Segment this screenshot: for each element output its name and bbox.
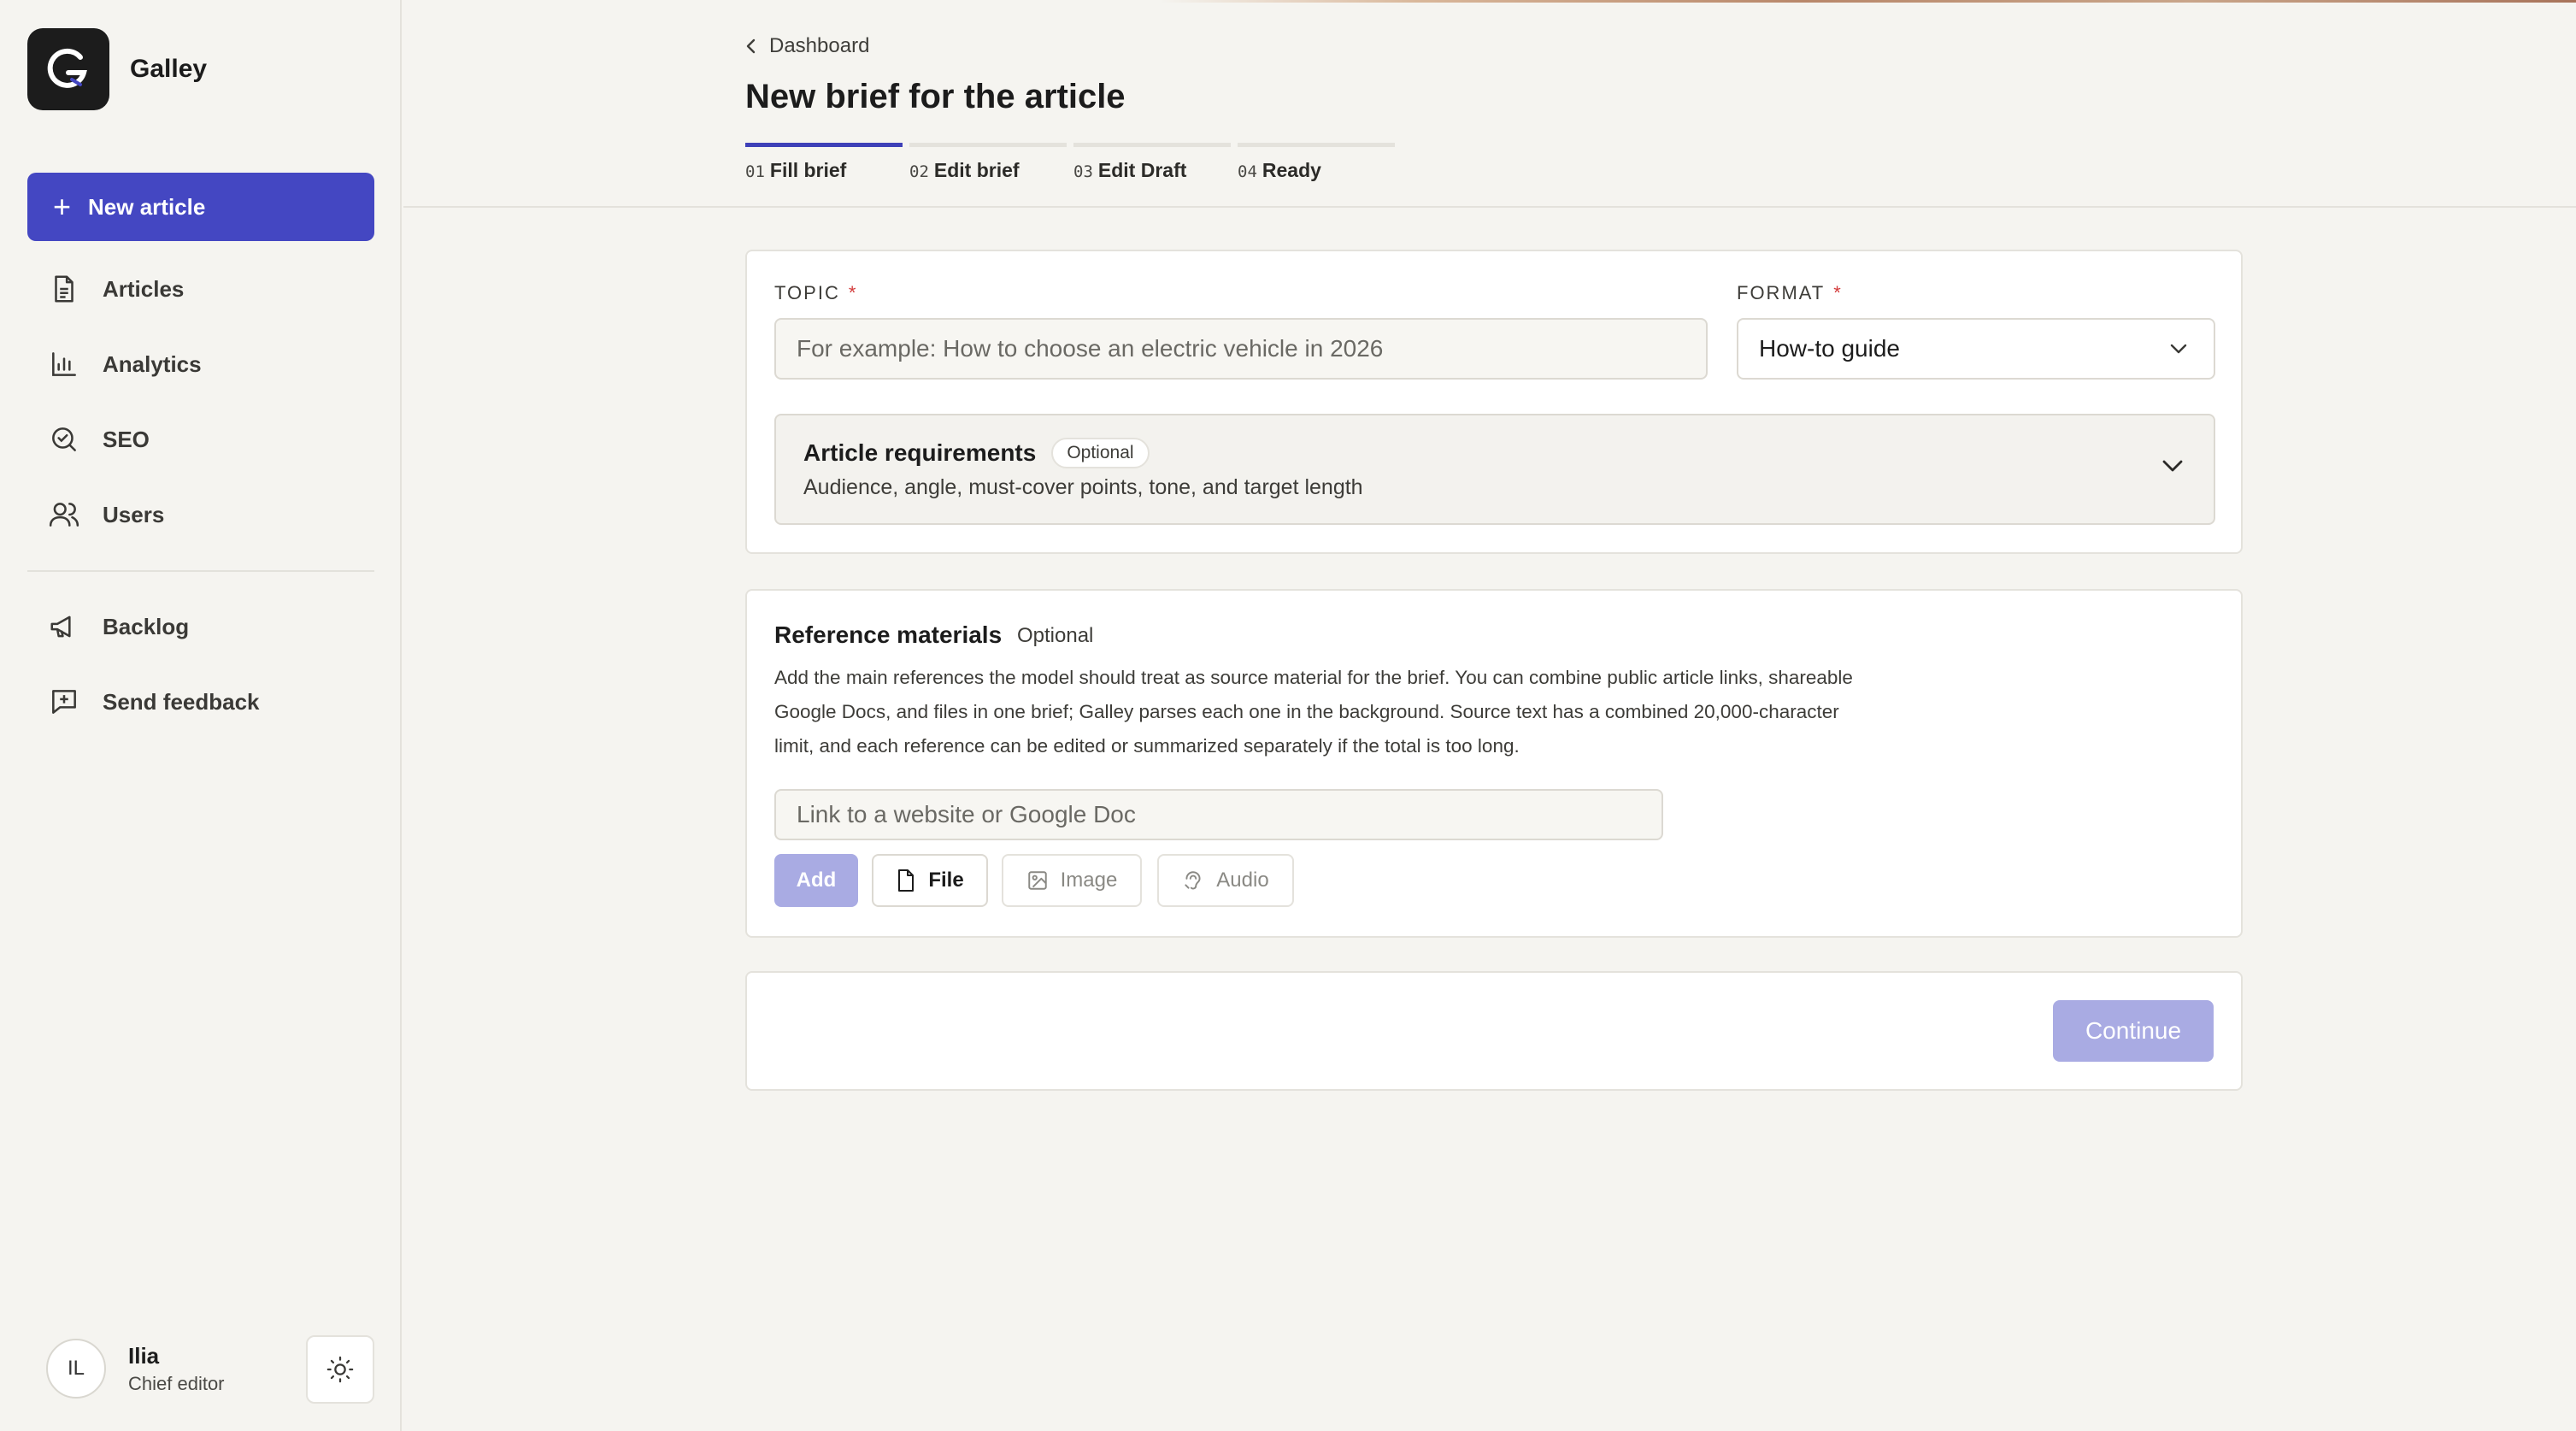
new-article-button[interactable]: + New article bbox=[27, 173, 374, 241]
topic-placeholder: For example: How to choose an electric v… bbox=[797, 335, 1384, 362]
audio-label: Audio bbox=[1216, 869, 1269, 892]
upload-file-button[interactable]: File bbox=[872, 854, 988, 907]
add-reference-button[interactable]: Add bbox=[774, 854, 858, 907]
upload-image-button[interactable]: Image bbox=[1002, 854, 1142, 907]
step-edit-brief[interactable]: 02 Edit brief bbox=[909, 143, 1067, 182]
topic-label: TOPIC * bbox=[774, 282, 857, 304]
format-select[interactable]: How-to guide bbox=[1737, 318, 2215, 380]
step-fill-brief[interactable]: 01 Fill brief bbox=[745, 143, 903, 182]
step-label: Edit brief bbox=[933, 159, 1020, 181]
sidebar-item-label: SEO bbox=[103, 426, 150, 452]
sidebar-item-label: Users bbox=[103, 501, 165, 527]
stepper: 01 Fill brief 02 Edit brief 03 Edit Draft 0… bbox=[745, 143, 1402, 182]
file-icon bbox=[898, 869, 915, 892]
avatar: IL bbox=[46, 1339, 106, 1399]
theme-toggle-button[interactable] bbox=[306, 1335, 374, 1404]
add-label: Add bbox=[796, 869, 837, 892]
reference-link-input[interactable]: Link to a website or Google Doc bbox=[774, 789, 1663, 840]
sidebar-item-label: Articles bbox=[103, 275, 185, 302]
file-label: File bbox=[928, 869, 964, 892]
sidebar-divider bbox=[27, 570, 374, 572]
requirements-title-text: Article requirements bbox=[803, 439, 1037, 466]
message-plus-icon bbox=[52, 690, 76, 714]
topic-input[interactable]: For example: How to choose an electric v… bbox=[774, 318, 1708, 380]
audio-icon bbox=[1185, 871, 1201, 890]
document-icon bbox=[55, 275, 74, 303]
plus-icon: + bbox=[53, 189, 72, 224]
article-requirements-expander[interactable]: Article requirements Optional Audience, … bbox=[774, 414, 2215, 525]
search-check-icon bbox=[52, 427, 76, 451]
page-header: Dashboard New brief for the article 01 Fi… bbox=[403, 3, 2576, 208]
chevron-down-icon bbox=[2170, 344, 2187, 354]
sidebar-item-articles[interactable]: Articles bbox=[27, 258, 374, 320]
user-profile[interactable]: IL Ilia Chief editor bbox=[46, 1339, 225, 1399]
user-name: Ilia bbox=[128, 1342, 160, 1369]
sidebar-item-users[interactable]: Users bbox=[27, 484, 374, 545]
sun-icon bbox=[326, 1356, 354, 1383]
topic-label-text: TOPIC bbox=[774, 282, 840, 303]
page-title: New brief for the article bbox=[745, 78, 1126, 115]
sidebar-item-label: Backlog bbox=[103, 613, 190, 639]
step-edit-draft[interactable]: 03 Edit Draft bbox=[1073, 143, 1231, 182]
users-icon bbox=[49, 503, 79, 527]
image-icon bbox=[1027, 871, 1047, 890]
step-label: Fill brief bbox=[769, 159, 847, 181]
requirements-title: Article requirements Optional bbox=[803, 438, 1150, 468]
sidebar: Galley + New article Articles Analytics … bbox=[0, 0, 402, 1431]
step-label: Ready bbox=[1262, 159, 1321, 181]
requirements-subtitle: Audience, angle, must-cover points, tone… bbox=[803, 475, 1363, 499]
step-number: 03 bbox=[1073, 162, 1093, 181]
image-label: Image bbox=[1060, 869, 1118, 892]
sidebar-item-seo[interactable]: SEO bbox=[27, 409, 374, 470]
reference-description: Add the main references the model should… bbox=[774, 667, 1853, 757]
megaphone-icon bbox=[50, 615, 71, 638]
format-label: FORMAT * bbox=[1737, 282, 1843, 304]
reference-materials-card: Reference materials Optional Add the mai… bbox=[745, 589, 2243, 938]
step-ready[interactable]: 04 Ready bbox=[1238, 143, 1395, 182]
format-value: How-to guide bbox=[1759, 335, 1900, 362]
sidebar-item-send-feedback[interactable]: Send feedback bbox=[27, 671, 374, 733]
actions-card: Continue bbox=[745, 971, 2243, 1091]
format-label-text: FORMAT bbox=[1737, 282, 1826, 303]
brief-basics-card: TOPIC * For example: How to choose an ele… bbox=[745, 250, 2243, 554]
upload-audio-button[interactable]: Audio bbox=[1157, 854, 1294, 907]
brand[interactable]: Galley bbox=[27, 28, 207, 110]
reference-title: Reference materials bbox=[774, 621, 1003, 648]
step-label: Edit Draft bbox=[1097, 159, 1187, 181]
sidebar-item-backlog[interactable]: Backlog bbox=[27, 596, 374, 657]
required-mark: * bbox=[1833, 282, 1843, 303]
new-article-label: New article bbox=[88, 193, 206, 220]
chevron-down-icon bbox=[2162, 460, 2183, 472]
breadcrumb[interactable]: Dashboard bbox=[745, 34, 869, 58]
required-mark: * bbox=[848, 282, 858, 303]
chevron-left-icon bbox=[746, 38, 756, 54]
reference-optional: Optional bbox=[1017, 624, 1094, 647]
step-number: 01 bbox=[745, 162, 765, 181]
link-placeholder: Link to a website or Google Doc bbox=[797, 801, 1136, 827]
step-number: 02 bbox=[909, 162, 929, 181]
optional-badge: Optional bbox=[1051, 438, 1150, 468]
galley-logo-icon bbox=[27, 28, 109, 110]
user-role: Chief editor bbox=[128, 1372, 225, 1394]
bar-chart-icon bbox=[52, 352, 76, 376]
sidebar-item-label: Send feedback bbox=[103, 688, 260, 715]
sidebar-item-analytics[interactable]: Analytics bbox=[27, 333, 374, 395]
brand-name: Galley bbox=[130, 55, 208, 83]
step-number: 04 bbox=[1238, 162, 1257, 181]
breadcrumb-dashboard: Dashboard bbox=[769, 34, 870, 57]
continue-button[interactable]: Continue bbox=[2053, 1000, 2214, 1062]
sidebar-item-label: Analytics bbox=[103, 350, 202, 377]
